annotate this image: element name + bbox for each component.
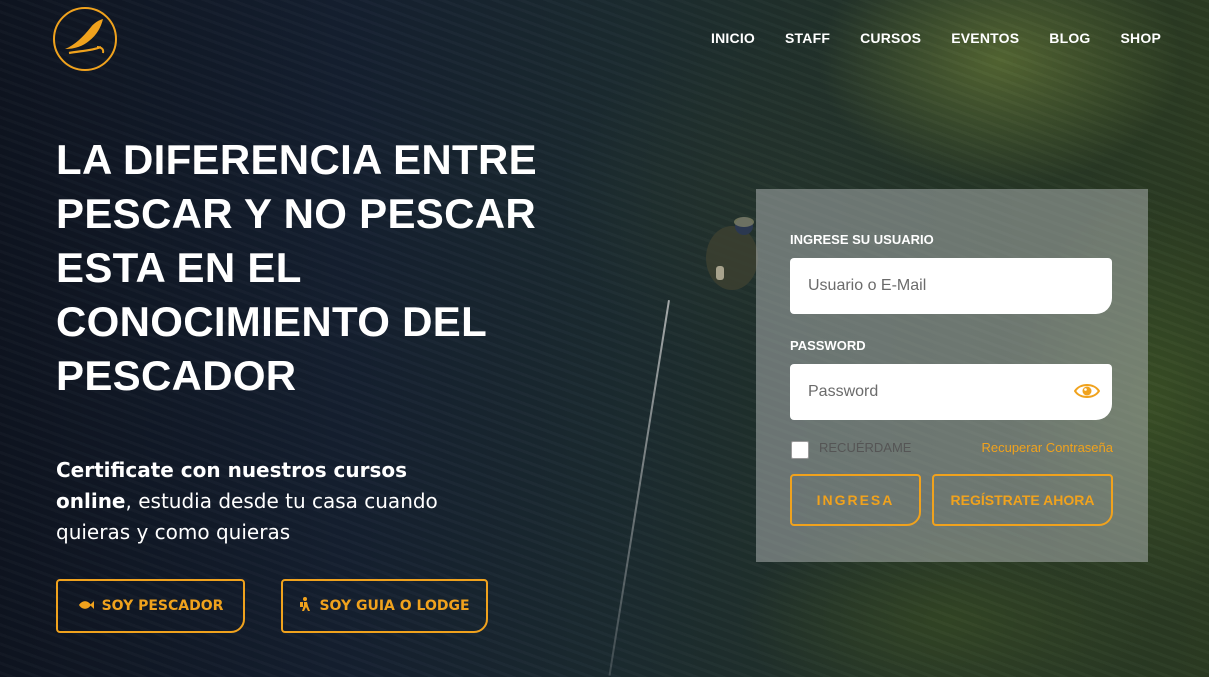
nav-item-eventos[interactable]: EVENTOS: [951, 30, 1019, 46]
nav-item-cursos[interactable]: CURSOS: [860, 30, 921, 46]
headline-line: ESTA EN EL: [56, 244, 302, 291]
login-submit-button[interactable]: INGRESA: [790, 474, 921, 526]
username-input[interactable]: [806, 276, 1096, 296]
recover-password-link[interactable]: Recuperar Contraseña: [981, 440, 1113, 455]
hero-subtitle: Certificate con nuestros cursos online, …: [56, 455, 476, 548]
nav-item-inicio[interactable]: INICIO: [711, 30, 755, 46]
headline-line: CONOCIMIENTO DEL: [56, 298, 488, 345]
register-button[interactable]: REGÍSTRATE AHORA: [932, 474, 1113, 526]
password-label: PASSWORD: [790, 338, 866, 353]
subtitle-bold-2: online: [56, 489, 126, 513]
hero-headline: LA DIFERENCIA ENTRE PESCAR Y NO PESCAR E…: [56, 133, 576, 403]
subtitle-text-1: , estudia desde tu casa cuando: [125, 489, 438, 513]
main-nav: INICIO STAFF CURSOS EVENTOS BLOG SHOP: [711, 30, 1161, 46]
fish-icon: [78, 599, 94, 614]
feather-icon: [65, 19, 105, 55]
soy-guia-lodge-label: SOY GUIA O LODGE: [319, 598, 470, 614]
remember-label: RECUÉRDAME: [819, 440, 912, 455]
password-field-wrapper: [790, 364, 1112, 420]
headline-line: LA DIFERENCIA ENTRE: [56, 136, 537, 183]
hiker-icon: [299, 596, 311, 616]
username-label: INGRESE SU USUARIO: [790, 232, 934, 247]
headline-line: PESCAR Y NO PESCAR: [56, 190, 536, 237]
remember-checkbox[interactable]: [791, 441, 809, 459]
subtitle-bold-1: Certificate con nuestros cursos: [56, 458, 408, 482]
soy-pescador-label: SOY PESCADOR: [101, 598, 224, 614]
password-input[interactable]: [806, 382, 1096, 402]
soy-guia-lodge-button[interactable]: SOY GUIA O LODGE: [281, 579, 488, 633]
nav-item-shop[interactable]: SHOP: [1121, 30, 1161, 46]
nav-item-staff[interactable]: STAFF: [785, 30, 830, 46]
username-field-wrapper: [790, 258, 1112, 314]
eye-icon[interactable]: [1073, 382, 1101, 405]
headline-line: PESCADOR: [56, 352, 297, 399]
login-panel: INGRESE SU USUARIO PASSWORD RECUÉRDAME R…: [756, 189, 1148, 562]
subtitle-text-2: quieras y como quieras: [56, 520, 291, 544]
fishing-line: [608, 300, 670, 676]
nav-item-blog[interactable]: BLOG: [1049, 30, 1090, 46]
site-logo[interactable]: [53, 7, 117, 71]
soy-pescador-button[interactable]: SOY PESCADOR: [56, 579, 245, 633]
